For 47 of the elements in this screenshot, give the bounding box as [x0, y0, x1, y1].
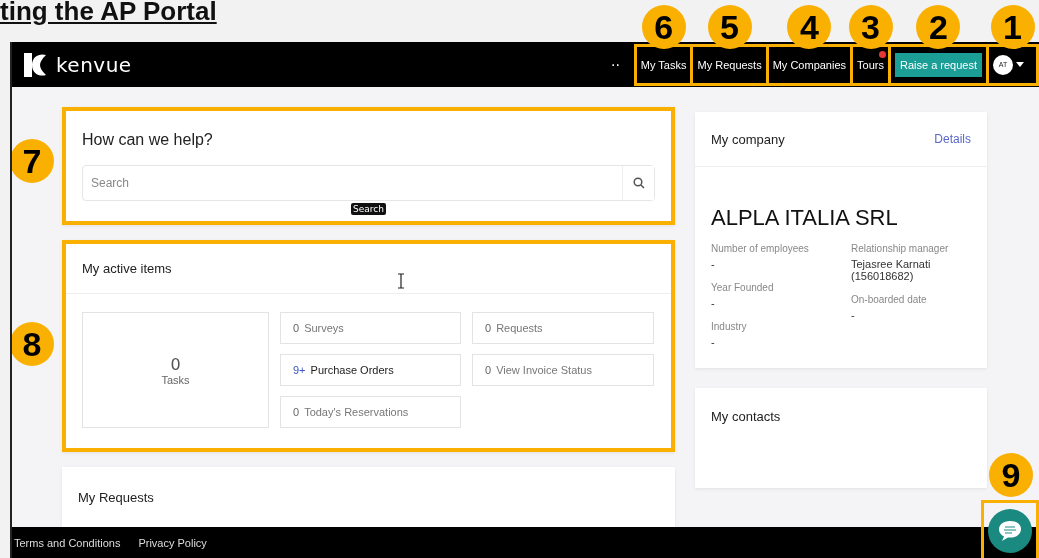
- active-item-tile[interactable]: 0 Today's Reservations: [280, 396, 461, 428]
- field-value: -: [711, 336, 716, 348]
- footer-link[interactable]: Terms and Conditions: [14, 536, 121, 549]
- chat-bubble-icon: [997, 518, 1023, 543]
- card-title: How can we help?: [82, 131, 214, 149]
- field-label: Year Founded: [711, 282, 775, 293]
- text-cursor-icon: [397, 272, 405, 289]
- callout-number: 8: [12, 322, 54, 366]
- field-value: -: [711, 297, 716, 309]
- details-link[interactable]: Details: [934, 132, 971, 146]
- tasks-label: Tasks: [161, 373, 190, 386]
- search-field[interactable]: Search: [82, 165, 655, 201]
- active-item-tile[interactable]: 0 View Invoice Status: [472, 354, 654, 386]
- search-input[interactable]: Search: [83, 176, 622, 190]
- footer-link[interactable]: Privacy Policy: [138, 536, 207, 549]
- card-title: My Requests: [78, 490, 154, 505]
- field-value: -: [851, 309, 856, 321]
- company-name: ALPLA ITALIA SRL: [711, 205, 899, 231]
- search-button[interactable]: [622, 166, 654, 200]
- callout-number: 6: [641, 4, 686, 49]
- field-value: Tejasree Karnati (156018682): [851, 258, 932, 282]
- tasks-count: 0: [170, 354, 181, 374]
- field-label: Number of employees: [711, 243, 810, 254]
- callout-number: 3: [848, 4, 893, 49]
- callout-number: 4: [787, 4, 832, 49]
- field-value: -: [711, 258, 716, 270]
- slide-title: ting the AP Portal: [0, 0, 217, 26]
- logo-icon: [22, 51, 48, 78]
- tooltip: Search: [351, 203, 386, 215]
- card-title: My active items: [82, 261, 172, 276]
- card-title: My company: [711, 131, 785, 147]
- field-label: On-boarded date: [851, 294, 928, 305]
- caret-icon[interactable]: [1016, 62, 1024, 67]
- callout-number: 5: [707, 4, 752, 49]
- field-label: Industry: [711, 321, 748, 332]
- active-item-tile[interactable]: 0 Requests: [472, 312, 654, 344]
- callout-number: 7: [12, 139, 54, 183]
- more-menu[interactable]: ··: [610, 56, 620, 73]
- field-label: Relationship manager: [851, 243, 950, 254]
- search-icon: [632, 177, 645, 189]
- brand-name: kenvue: [56, 52, 132, 77]
- card-title: My contacts: [711, 409, 781, 424]
- callout-number: 2: [916, 4, 961, 49]
- active-item-tile[interactable]: 9+ Purchase Orders: [280, 354, 461, 386]
- tasks-tile[interactable]: 0 Tasks: [82, 312, 269, 428]
- callout-number: 1: [990, 4, 1035, 49]
- active-item-tile[interactable]: 0 Surveys: [280, 312, 461, 344]
